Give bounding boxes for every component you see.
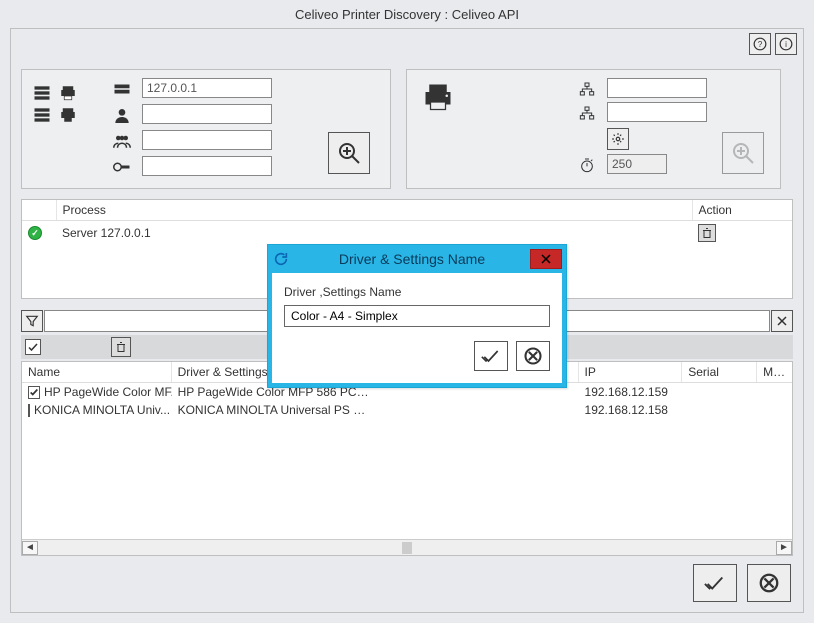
subnet-end-input[interactable] (607, 102, 707, 122)
apply-button[interactable] (693, 564, 737, 602)
printer-panel (406, 69, 781, 189)
process-col-header: Process (56, 200, 692, 221)
printer-small-icon (58, 84, 78, 102)
col-ip[interactable]: IP (579, 362, 683, 382)
search-network-button (722, 132, 764, 174)
network-icon-2 (577, 104, 597, 122)
dialog-title: Driver & Settings Name (294, 251, 530, 267)
svg-text:?: ? (758, 40, 763, 49)
cell-ip: 192.168.12.159 (579, 385, 683, 399)
scroll-left-icon[interactable]: ◄ (22, 541, 38, 555)
server-stack-icon (32, 84, 52, 102)
delete-selected-button[interactable] (111, 337, 131, 357)
scroll-right-icon[interactable]: ► (776, 541, 792, 555)
printer-large-icon (421, 82, 455, 112)
printer-row[interactable]: KONICA MINOLTA Univ... KONICA MINOLTA Un… (22, 401, 792, 419)
dialog-cancel-button[interactable] (516, 341, 550, 371)
cell-name: KONICA MINOLTA Univ... (34, 403, 170, 417)
help-button[interactable]: ? (749, 33, 771, 55)
group-icon (112, 132, 132, 150)
svg-text:i: i (785, 40, 787, 49)
user-icon (112, 106, 132, 124)
key-icon (112, 158, 132, 176)
cancel-button[interactable] (747, 564, 791, 602)
cell-ds: KONICA MINOLTA Universal PS v3.2a... (172, 403, 376, 417)
info-button[interactable]: i (775, 33, 797, 55)
col-name[interactable]: Name (22, 362, 172, 382)
clear-filter-button[interactable] (771, 310, 793, 332)
driver-settings-dialog: Driver & Settings Name Driver ,Settings … (267, 244, 567, 388)
window-title: Celiveo Printer Discovery : Celiveo API (0, 0, 814, 28)
dialog-ok-button[interactable] (474, 341, 508, 371)
network-icon-1 (577, 80, 597, 98)
server-stack-icon-2 (32, 106, 52, 124)
row-checkbox[interactable] (28, 386, 40, 399)
server-icon (112, 80, 132, 98)
cell-name: HP PageWide Color MF... (44, 385, 172, 399)
printer-dark-icon (58, 106, 78, 124)
horizontal-scrollbar[interactable]: ◄ ► (22, 539, 792, 555)
printers-grid: Name Driver & Settings Location Descript… (21, 361, 793, 556)
filter-button[interactable] (21, 310, 43, 332)
settings-small-button[interactable] (607, 128, 629, 150)
row-checkbox[interactable] (28, 404, 30, 417)
action-col-header: Action (692, 200, 792, 221)
search-server-button[interactable] (328, 132, 370, 174)
refresh-icon[interactable] (268, 245, 294, 273)
server-ip-input[interactable] (142, 78, 272, 98)
password-input[interactable] (142, 156, 272, 176)
col-serial[interactable]: Serial (682, 362, 757, 382)
dialog-field-label: Driver ,Settings Name (284, 285, 550, 299)
group-input[interactable] (142, 130, 272, 150)
col-mac[interactable]: MAC (757, 362, 792, 382)
select-all-checkbox[interactable] (25, 339, 41, 355)
process-row: ✓ Server 127.0.0.1 (22, 221, 792, 246)
driver-settings-name-input[interactable] (284, 305, 550, 327)
user-input[interactable] (142, 104, 272, 124)
scroll-thumb[interactable] (402, 542, 412, 554)
delete-process-button[interactable] (698, 224, 716, 242)
timeout-input[interactable] (607, 154, 667, 174)
cell-ip: 192.168.12.158 (579, 403, 683, 417)
close-icon[interactable] (530, 249, 562, 269)
process-cell: Server 127.0.0.1 (56, 221, 692, 246)
status-ok-icon: ✓ (28, 226, 42, 240)
timer-icon (577, 156, 597, 174)
server-panel (21, 69, 391, 189)
subnet-start-input[interactable] (607, 78, 707, 98)
